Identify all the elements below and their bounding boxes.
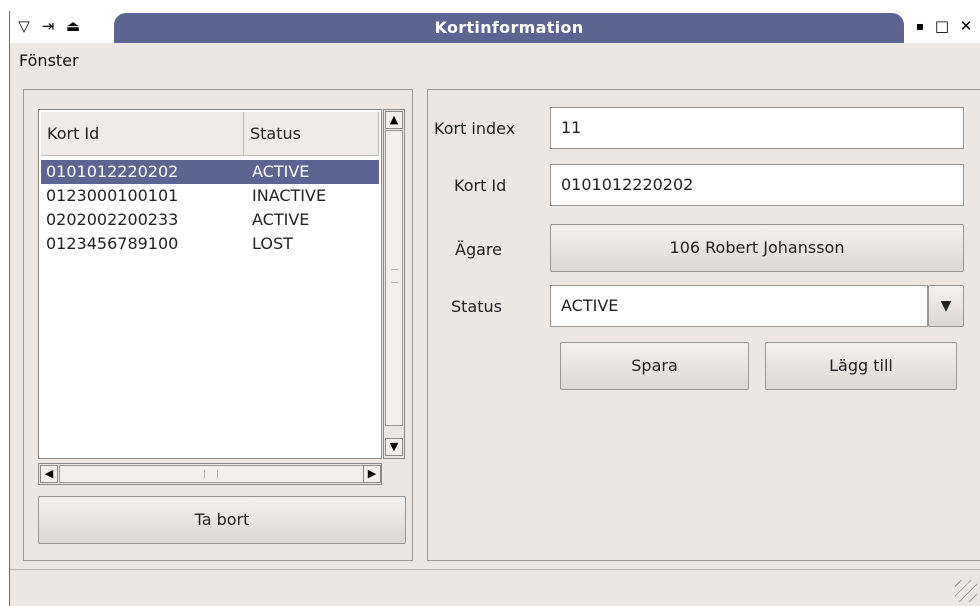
vertical-scroll-thumb[interactable] <box>385 130 403 426</box>
id-label: Kort Id <box>454 176 507 195</box>
list-item-id: 0123456789100 <box>46 234 179 253</box>
column-header-status[interactable]: Status <box>244 112 379 156</box>
save-button[interactable]: Spara <box>560 342 749 390</box>
title-pill: Kortinformation <box>114 13 904 43</box>
window-title: Kortinformation <box>434 18 584 37</box>
pin-icon[interactable]: ⇥ <box>37 15 59 37</box>
list-item[interactable]: 0123456789100 LOST <box>41 232 379 256</box>
grip-icon <box>391 269 398 283</box>
scroll-left-icon[interactable]: ◀ <box>40 465 58 483</box>
resize-grip-icon[interactable] <box>955 580 977 602</box>
list-item-id: 0101012220202 <box>46 162 179 181</box>
list-item-status: LOST <box>252 234 293 253</box>
delete-button[interactable]: Ta bort <box>38 496 406 544</box>
shade-icon[interactable]: ⏏ <box>62 15 84 37</box>
status-select[interactable]: ACTIVE <box>550 285 928 327</box>
card-list[interactable]: Kort Id Status 0101012220202 ACTIVE 0123… <box>38 109 382 459</box>
horizontal-scrollbar[interactable]: ◀ ▶ <box>38 463 382 485</box>
title-bar: ▽ ⇥ ⏏ Kortinformation ▪ □ ✕ <box>10 11 980 43</box>
index-label: Kort index <box>434 119 516 138</box>
scroll-right-icon[interactable]: ▶ <box>363 465 381 483</box>
scroll-up-icon[interactable]: ▲ <box>385 111 403 129</box>
list-item-status: INACTIVE <box>252 186 327 205</box>
application-window: ▽ ⇥ ⏏ Kortinformation ▪ □ ✕ Fönster Kort… <box>9 11 980 606</box>
status-label: Status <box>451 297 502 316</box>
list-item-id: 0123000100101 <box>46 186 179 205</box>
index-field[interactable]: 11 <box>550 107 964 149</box>
menu-down-icon[interactable]: ▽ <box>13 15 35 37</box>
list-item[interactable]: 0101012220202 ACTIVE <box>41 160 379 184</box>
list-item-status: ACTIVE <box>252 162 310 181</box>
list-item-status: ACTIVE <box>252 210 310 229</box>
owner-label: Ägare <box>455 240 502 259</box>
owner-button[interactable]: 106 Robert Johansson <box>550 224 964 272</box>
minimize-icon[interactable]: ▪ <box>909 15 931 37</box>
maximize-icon[interactable]: □ <box>931 15 953 37</box>
menu-fonster[interactable]: Fönster <box>19 51 79 70</box>
chevron-down-icon[interactable]: ▼ <box>928 285 964 327</box>
grip-icon <box>204 470 218 478</box>
list-item[interactable]: 0202002200233 ACTIVE <box>41 208 379 232</box>
close-icon[interactable]: ✕ <box>955 15 977 37</box>
list-item[interactable]: 0123000100101 INACTIVE <box>41 184 379 208</box>
menu-bar: Fönster <box>10 43 980 77</box>
id-field[interactable]: 0101012220202 <box>550 164 964 206</box>
list-item-id: 0202002200233 <box>46 210 179 229</box>
horizontal-scroll-thumb[interactable] <box>59 465 365 483</box>
scroll-down-icon[interactable]: ▼ <box>385 438 403 456</box>
status-bar <box>10 569 980 606</box>
vertical-scrollbar[interactable]: ▲ ▼ <box>383 109 405 459</box>
column-header-id[interactable]: Kort Id <box>41 112 244 156</box>
add-button[interactable]: Lägg till <box>765 342 957 390</box>
